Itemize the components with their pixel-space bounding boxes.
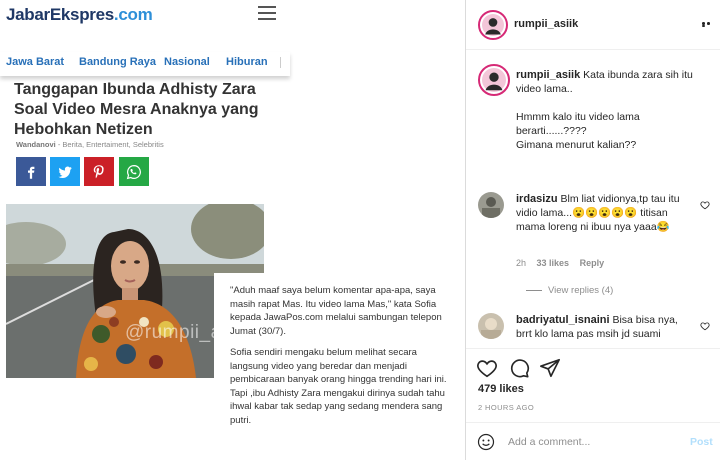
pinterest-share-button[interactable] bbox=[84, 157, 114, 186]
article-paragraph: Sofia sendiri mengaku belum melihat seca… bbox=[230, 347, 447, 426]
nav-divider bbox=[280, 57, 281, 68]
facebook-icon bbox=[28, 166, 35, 179]
profile-picture-icon bbox=[485, 18, 501, 35]
like-comment-heart-icon[interactable] bbox=[700, 321, 710, 331]
comment-meta: 2h 33 likes Reply bbox=[516, 258, 612, 268]
caption-username[interactable]: rumpii_asiik bbox=[516, 69, 580, 81]
comment-username[interactable]: irdasizu bbox=[516, 193, 558, 205]
caption-avatar[interactable] bbox=[478, 64, 510, 96]
nav-item-nasional[interactable]: Nasional bbox=[164, 56, 210, 68]
caption-text: rumpii_asiik Kata ibunda zara sih itu vi… bbox=[516, 68, 713, 152]
article-meta: Wandanovi - Berita, Entertaiment, Selebr… bbox=[16, 140, 164, 149]
whatsapp-icon bbox=[126, 164, 141, 179]
caption-line: Gimana menurut kalian?? bbox=[516, 139, 637, 151]
site-header: JabarEkspres.com Jawa Barat Bandung Raya… bbox=[0, 0, 290, 80]
nav-item-hiburan[interactable]: Hiburan bbox=[226, 56, 268, 68]
article-categories: - Berita, Entertaiment, Selebritis bbox=[55, 140, 164, 149]
post-comment-button[interactable]: Post bbox=[690, 436, 713, 448]
comment-item: irdasizu Blm liat vidionya,tp tau itu vi… bbox=[478, 192, 713, 292]
comment-username[interactable]: badriyatul_isnaini bbox=[516, 314, 610, 326]
post-header: rumpii_asiik bbox=[466, 0, 720, 50]
post-timestamp: 2 HOURS AGO bbox=[478, 403, 535, 412]
nav-item-bandung-raya[interactable]: Bandung Raya bbox=[79, 56, 156, 68]
profile-avatar[interactable] bbox=[478, 10, 508, 40]
comment-text: badriyatul_isnaini Bisa bisa nya, brrt k… bbox=[516, 313, 686, 341]
site-logo[interactable]: JabarEkspres.com bbox=[6, 5, 153, 25]
article-author[interactable]: Wandanovi bbox=[16, 140, 56, 149]
commenter-avatar[interactable] bbox=[478, 313, 504, 339]
comment-text: irdasizu Blm liat vidionya,tp tau itu vi… bbox=[516, 192, 686, 234]
comment-likes[interactable]: 33 likes bbox=[537, 258, 570, 268]
reply-button[interactable]: Reply bbox=[580, 258, 605, 268]
article-paragraph: "Aduh maaf saya belum komentar apa-apa, … bbox=[230, 285, 442, 337]
comment-item: badriyatul_isnaini Bisa bisa nya, brrt k… bbox=[478, 313, 713, 347]
twitter-icon bbox=[58, 166, 72, 178]
whatsapp-share-button[interactable] bbox=[119, 157, 149, 186]
comment-time: 2h bbox=[516, 258, 527, 268]
twitter-share-button[interactable] bbox=[50, 157, 80, 186]
view-replies-button[interactable]: View replies (4) bbox=[525, 285, 613, 296]
comment-bubble-icon[interactable] bbox=[508, 357, 530, 379]
instagram-post-panel: rumpii_asiik rumpii_asiik Kata ibunda za… bbox=[465, 0, 720, 460]
add-comment-bar: Post bbox=[466, 422, 720, 460]
commenter-avatar[interactable] bbox=[478, 192, 504, 218]
article-body: "Aduh maaf saya belum komentar apa-apa, … bbox=[214, 273, 465, 460]
like-comment-heart-icon[interactable] bbox=[700, 200, 710, 210]
category-nav: Jawa Barat Bandung Raya Nasional Hiburan bbox=[0, 52, 290, 76]
emoji-smiley-icon[interactable] bbox=[477, 433, 495, 451]
caption-line: Hmmm kalo itu video lama berarti......??… bbox=[516, 111, 640, 137]
like-heart-icon[interactable] bbox=[476, 357, 498, 379]
article-screenshot: JabarEkspres.com Jawa Barat Bandung Raya… bbox=[0, 0, 465, 460]
article-headline: Tanggapan Ibunda Adhisty Zara Soal Video… bbox=[14, 81, 259, 138]
hamburger-menu-icon[interactable] bbox=[258, 6, 276, 20]
pinterest-icon bbox=[93, 164, 104, 178]
add-comment-input[interactable] bbox=[508, 431, 678, 453]
share-paper-plane-icon[interactable] bbox=[539, 357, 561, 379]
nav-item-jawa-barat[interactable]: Jawa Barat bbox=[6, 56, 64, 68]
post-actions: 479 likes 2 HOURS AGO bbox=[466, 348, 720, 412]
profile-picture-icon bbox=[485, 72, 503, 91]
more-options-icon[interactable] bbox=[702, 22, 716, 27]
header-username[interactable]: rumpii_asiik bbox=[514, 18, 578, 30]
facebook-share-button[interactable] bbox=[16, 157, 46, 186]
likes-count[interactable]: 479 likes bbox=[478, 383, 524, 395]
